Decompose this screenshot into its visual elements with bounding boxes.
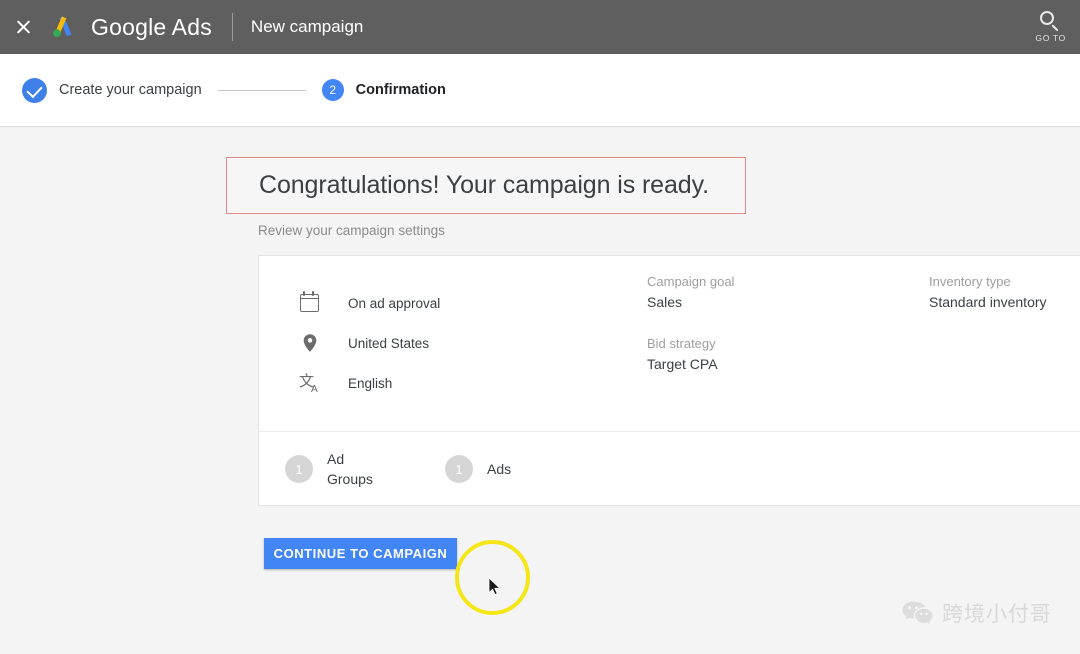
wechat-icon <box>902 600 933 626</box>
google-ads-logo <box>48 12 78 42</box>
headline-highlight-box: Congratulations! Your campaign is ready. <box>226 157 746 214</box>
goto-label: GO TO <box>1035 33 1066 43</box>
watermark: 跨境小付哥 <box>902 598 1052 628</box>
setting-row-start-date: On ad approval <box>298 283 440 323</box>
field-label: Inventory type <box>929 274 1011 289</box>
campaign-stepper: Create your campaign 2 Confirmation <box>0 54 1080 127</box>
stepper-step-create-campaign[interactable]: Create your campaign <box>22 77 202 103</box>
field-value: Standard inventory <box>929 294 1047 310</box>
setting-value: English <box>348 375 393 391</box>
setting-value: United States <box>348 335 430 351</box>
settings-middle-column: Campaign goal Sales Bid strategy Target … <box>647 274 734 398</box>
main-content: Congratulations! Your campaign is ready.… <box>0 128 1080 654</box>
calendar-icon <box>298 291 322 315</box>
setting-row-language: 文 A English <box>298 363 440 403</box>
location-pin-icon <box>298 331 322 355</box>
step-complete-check-icon <box>22 77 47 103</box>
step-number-badge: 2 <box>321 79 344 101</box>
close-icon <box>15 19 32 36</box>
field-label: Campaign goal <box>647 274 735 289</box>
setting-row-location: United States <box>298 323 440 363</box>
settings-left-column: On ad approval United States 文 A English <box>298 283 440 403</box>
app-root: Google Ads New campaign GO TO Create you… <box>0 0 1080 654</box>
brand-title: Google Ads <box>91 13 212 40</box>
search-icon <box>1040 11 1061 32</box>
campaign-summary-card: On ad approval United States 文 A English… <box>258 255 1080 506</box>
count-ad-groups: 1 Ad Groups <box>285 449 389 489</box>
top-header-bar: Google Ads New campaign GO TO <box>0 0 1080 54</box>
settings-right-column: Inventory type Standard inventory <box>929 274 1047 336</box>
header-divider <box>231 13 233 41</box>
translate-icon: 文 A <box>298 371 322 395</box>
field-value: Target CPA <box>647 356 718 372</box>
count-label: Ad Groups <box>327 451 373 487</box>
congratulations-headline: Congratulations! Your campaign is ready. <box>259 171 709 199</box>
svg-text:A: A <box>311 384 318 395</box>
count-label: Ads <box>487 461 512 477</box>
stepper-step-label: Create your campaign <box>59 82 202 98</box>
campaign-counts-section: 1 Ad Groups 1 Ads <box>259 432 1080 506</box>
count-ads: 1 Ads <box>445 455 511 483</box>
continue-to-campaign-button[interactable]: CONTINUE TO CAMPAIGN <box>264 538 457 569</box>
mouse-pointer-icon <box>488 577 501 596</box>
close-button[interactable] <box>0 0 46 54</box>
watermark-text: 跨境小付哥 <box>942 603 1052 626</box>
field-bid-strategy: Bid strategy Target CPA <box>647 336 734 372</box>
field-campaign-goal: Campaign goal Sales <box>647 274 734 310</box>
count-badge: 1 <box>445 455 473 483</box>
field-value: Sales <box>647 294 683 310</box>
page-title: New campaign <box>250 17 364 36</box>
field-label: Bid strategy <box>647 336 716 351</box>
campaign-settings-section: On ad approval United States 文 A English… <box>259 256 1080 432</box>
stepper-step-confirmation[interactable]: 2 Confirmation <box>321 79 446 101</box>
field-inventory-type: Inventory type Standard inventory <box>929 274 1047 310</box>
stepper-step-label: Confirmation <box>355 82 446 98</box>
stepper-connector <box>217 89 306 91</box>
setting-value: On ad approval <box>348 295 441 311</box>
review-settings-subheadline: Review your campaign settings <box>258 223 445 238</box>
count-badge: 1 <box>285 455 313 483</box>
goto-search-button[interactable]: GO TO <box>1035 0 1066 54</box>
